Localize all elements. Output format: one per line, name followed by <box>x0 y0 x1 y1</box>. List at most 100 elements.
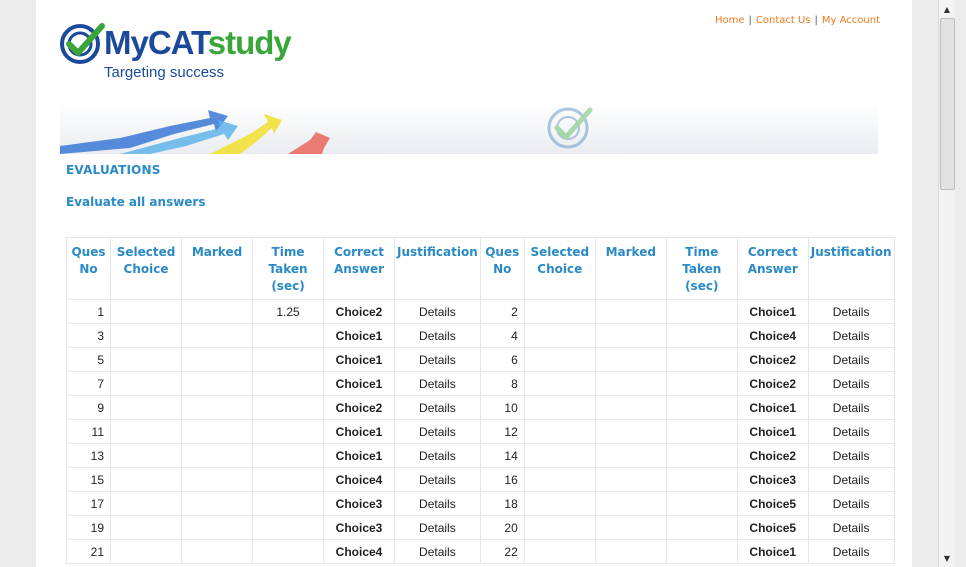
header-time-taken: Time Taken (sec) <box>252 237 324 300</box>
details-link[interactable]: Details <box>394 323 481 348</box>
scroll-up-arrow-icon[interactable]: ▲ <box>939 2 955 18</box>
time-taken-cell <box>252 347 324 372</box>
marked-cell <box>594 467 667 492</box>
header-marked: Marked <box>181 237 253 300</box>
selected-choice-cell <box>523 323 596 348</box>
details-link[interactable]: Details <box>807 515 895 540</box>
details-link[interactable]: Details <box>394 443 481 468</box>
table-row: 19 Choice3 Details 20 Choice5 Details <box>66 515 895 540</box>
ques-no-cell: 20 <box>479 515 525 540</box>
correct-answer-cell: Choice5 <box>736 515 809 540</box>
selected-choice-cell <box>523 467 596 492</box>
time-taken-cell <box>252 443 324 468</box>
site-logo[interactable]: MyCATstudy Targeting success <box>60 18 320 84</box>
time-taken-cell <box>665 467 738 492</box>
marked-cell <box>594 491 667 516</box>
selected-choice-cell <box>110 539 182 564</box>
selected-choice-cell <box>523 443 596 468</box>
link-separator: | <box>814 15 818 26</box>
ques-no-cell: 3 <box>66 323 111 348</box>
scrollbar-thumb[interactable] <box>940 18 955 190</box>
header-ques-no: Ques No <box>479 237 525 300</box>
details-link[interactable]: Details <box>394 299 481 324</box>
table-row: 17 Choice3 Details 18 Choice5 Details <box>66 491 895 516</box>
time-taken-cell <box>252 515 324 540</box>
selected-choice-cell <box>110 371 182 396</box>
details-link[interactable]: Details <box>807 299 895 324</box>
selected-choice-cell <box>523 299 596 324</box>
marked-cell <box>594 323 667 348</box>
header-time-taken: Time Taken (sec) <box>665 237 738 300</box>
header-correct-answer: Correct Answer <box>736 237 809 300</box>
home-link[interactable]: Home <box>715 15 745 26</box>
ques-no-cell: 6 <box>479 347 525 372</box>
logo-tagline: Targeting success <box>104 64 225 81</box>
details-link[interactable]: Details <box>807 347 895 372</box>
details-link[interactable]: Details <box>807 419 895 444</box>
marked-cell <box>594 419 667 444</box>
time-taken-cell <box>665 491 738 516</box>
table-row: 3 Choice1 Details 4 Choice4 Details <box>66 323 895 348</box>
time-taken-cell <box>665 395 738 420</box>
details-link[interactable]: Details <box>394 515 481 540</box>
time-taken-cell <box>665 299 738 324</box>
link-separator: | <box>748 15 752 26</box>
details-link[interactable]: Details <box>807 539 895 564</box>
marked-cell <box>181 419 253 444</box>
marked-cell <box>594 539 667 564</box>
marked-cell <box>181 371 253 396</box>
evaluate-all-answers-link[interactable]: Evaluate all answers <box>66 195 206 209</box>
marked-cell <box>594 515 667 540</box>
details-link[interactable]: Details <box>807 443 895 468</box>
check-target-icon <box>60 23 105 64</box>
correct-answer-cell: Choice3 <box>323 491 395 516</box>
header-justification: Justification <box>394 237 481 300</box>
details-link[interactable]: Details <box>394 467 481 492</box>
marked-cell <box>181 299 253 324</box>
selected-choice-cell <box>110 323 182 348</box>
ques-no-cell: 2 <box>479 299 525 324</box>
my-account-link[interactable]: My Account <box>822 15 880 26</box>
contact-us-link[interactable]: Contact Us <box>756 15 811 26</box>
time-taken-cell <box>252 323 324 348</box>
details-link[interactable]: Details <box>394 539 481 564</box>
details-link[interactable]: Details <box>394 371 481 396</box>
details-link[interactable]: Details <box>394 395 481 420</box>
details-link[interactable]: Details <box>394 347 481 372</box>
ques-no-cell: 10 <box>479 395 525 420</box>
marked-cell <box>181 491 253 516</box>
correct-answer-cell: Choice1 <box>736 539 809 564</box>
time-taken-cell <box>665 323 738 348</box>
details-link[interactable]: Details <box>394 491 481 516</box>
details-link[interactable]: Details <box>394 419 481 444</box>
selected-choice-cell <box>523 515 596 540</box>
marked-cell <box>594 371 667 396</box>
scroll-down-arrow-icon[interactable]: ▼ <box>939 551 955 567</box>
details-link[interactable]: Details <box>807 323 895 348</box>
header-selected-choice: Selected Choice <box>110 237 182 300</box>
marked-cell <box>181 323 253 348</box>
ques-no-cell: 11 <box>66 419 111 444</box>
selected-choice-cell <box>110 515 182 540</box>
ques-no-cell: 12 <box>479 419 525 444</box>
table-row: 7 Choice1 Details 8 Choice2 Details <box>66 371 895 396</box>
details-link[interactable]: Details <box>807 371 895 396</box>
details-link[interactable]: Details <box>807 491 895 516</box>
vertical-scrollbar[interactable]: ▲ ▼ <box>938 0 955 567</box>
time-taken-cell <box>665 371 738 396</box>
details-link[interactable]: Details <box>807 467 895 492</box>
marked-cell <box>594 395 667 420</box>
correct-answer-cell: Choice1 <box>323 419 395 444</box>
time-taken-cell <box>252 419 324 444</box>
selected-choice-cell <box>523 419 596 444</box>
correct-answer-cell: Choice3 <box>323 515 395 540</box>
ques-no-cell: 8 <box>479 371 525 396</box>
ques-no-cell: 21 <box>66 539 111 564</box>
selected-choice-cell <box>110 419 182 444</box>
banner-logo-mark <box>547 107 593 149</box>
correct-answer-cell: Choice1 <box>736 299 809 324</box>
selected-choice-cell <box>523 491 596 516</box>
correct-answer-cell: Choice1 <box>323 443 395 468</box>
details-link[interactable]: Details <box>807 395 895 420</box>
banner-graphic <box>60 107 593 154</box>
